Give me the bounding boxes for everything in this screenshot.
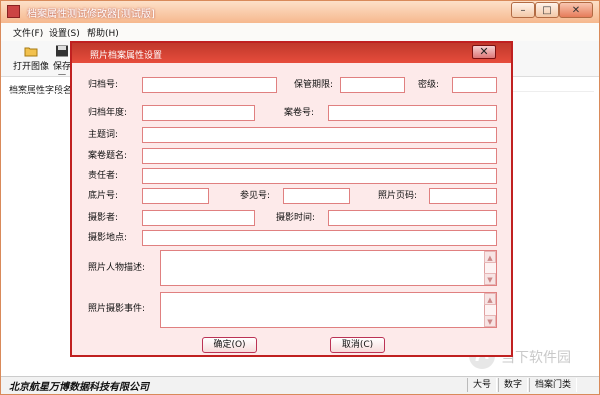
secret-label: 密级: — [418, 80, 440, 90]
film-no-label: 底片号: — [88, 191, 119, 201]
people-desc-scrollbar[interactable]: ▲ ▼ — [484, 251, 496, 285]
ok-button[interactable]: 确定(O) — [202, 337, 257, 353]
photo-page-input[interactable] — [429, 188, 497, 204]
window-title: 档案属性测试修改器[测试版] — [27, 9, 155, 20]
menu-settings[interactable]: 设置(S) — [49, 26, 80, 39]
secret-input[interactable] — [452, 77, 497, 93]
film-no-input[interactable] — [142, 188, 209, 204]
photo-page-label: 照片页码: — [378, 191, 418, 201]
photo-archive-dialog: 照片档案属性设置 ✕ 归档号: 保管期限: 密级: 归档年度: 案卷号: 主题词… — [70, 41, 513, 357]
close-button[interactable]: ✕ — [559, 2, 593, 18]
shoot-time-label: 摄影时间: — [276, 213, 316, 223]
maximize-button[interactable]: □ — [535, 2, 559, 18]
open-image-button[interactable]: 打开图像 — [11, 45, 51, 75]
subject-input[interactable] — [142, 127, 497, 143]
retention-input[interactable] — [340, 77, 405, 93]
shoot-time-input[interactable] — [328, 210, 497, 226]
ref-no-input[interactable] — [283, 188, 350, 204]
ref-no-label: 参见号: — [240, 191, 271, 201]
status-cell-category: 档案门类 — [529, 378, 577, 392]
year-input[interactable] — [142, 105, 255, 121]
status-cell-size: 大号 — [467, 378, 497, 392]
photographer-input[interactable] — [142, 210, 255, 226]
volume-no-input[interactable] — [328, 105, 497, 121]
dialog-title-bar: 照片档案属性设置 ✕ — [72, 43, 511, 63]
dialog-close-button[interactable]: ✕ — [472, 45, 496, 59]
archive-no-input[interactable] — [142, 77, 277, 93]
location-label: 摄影地点: — [88, 233, 128, 243]
event-scrollbar[interactable]: ▲ ▼ — [484, 293, 496, 327]
event-label: 照片摄影事件: — [88, 304, 146, 314]
save-label: 保存图 — [52, 62, 71, 72]
volume-title-input[interactable] — [142, 148, 497, 164]
responsible-input[interactable] — [142, 168, 497, 184]
save-icon — [55, 45, 69, 57]
company-name: 北京航星万博数据科技有限公司 — [9, 382, 149, 393]
event-textarea[interactable]: ▲ ▼ — [160, 292, 497, 328]
scroll-up-icon[interactable]: ▲ — [484, 251, 496, 263]
menu-file[interactable]: 文件(F) — [13, 26, 43, 39]
year-label: 归档年度: — [88, 108, 128, 118]
people-desc-label: 照片人物描述: — [88, 263, 146, 273]
photographer-label: 摄影者: — [88, 213, 119, 223]
status-cell-number: 数字 — [498, 378, 528, 392]
volume-no-label: 案卷号: — [284, 108, 315, 118]
responsible-label: 责任者: — [88, 171, 119, 181]
maximize-icon: □ — [542, 4, 552, 16]
folder-icon — [24, 45, 38, 57]
retention-label: 保管期限: — [294, 80, 334, 90]
title-bar: 档案属性测试修改器[测试版] – □ ✕ — [1, 1, 599, 23]
volume-title-label: 案卷题名: — [88, 151, 128, 161]
menu-help[interactable]: 帮助(H) — [87, 26, 119, 39]
app-icon — [7, 5, 20, 18]
location-input[interactable] — [142, 230, 497, 246]
cancel-button[interactable]: 取消(C) — [330, 337, 385, 353]
minimize-icon: – — [520, 4, 526, 16]
minimize-button[interactable]: – — [511, 2, 535, 18]
close-icon: ✕ — [479, 45, 489, 58]
close-icon: ✕ — [571, 4, 581, 16]
scroll-down-icon[interactable]: ▼ — [484, 315, 496, 327]
scroll-down-icon[interactable]: ▼ — [484, 273, 496, 285]
scroll-up-icon[interactable]: ▲ — [484, 293, 496, 305]
archive-no-label: 归档号: — [88, 80, 119, 90]
open-image-label: 打开图像 — [12, 62, 49, 72]
subject-label: 主题词: — [88, 130, 119, 140]
dialog-title: 照片档案属性设置 — [90, 51, 163, 61]
people-desc-textarea[interactable]: ▲ ▼ — [160, 250, 497, 286]
